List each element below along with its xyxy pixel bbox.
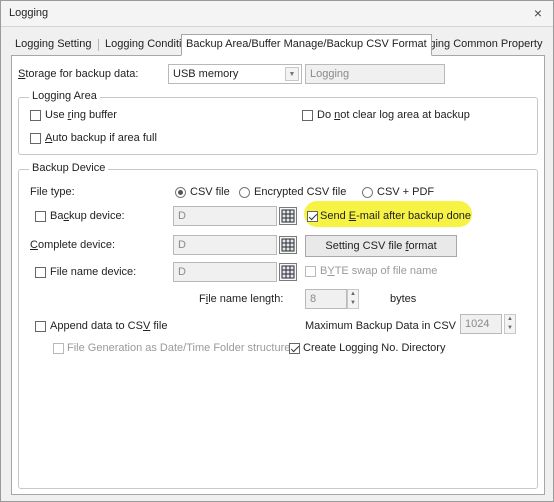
logging-area-title: Logging Area [29,90,100,102]
byte-swap-checkbox[interactable] [305,266,316,277]
backup-device-title: Backup Device [29,162,109,174]
backup-folder-input: Logging [305,64,445,84]
file-name-device-label: File name device: [50,266,137,278]
storage-selected-value: USB memory [173,68,239,80]
device-grid-icon[interactable] [279,207,297,225]
backup-device-checkbox[interactable] [35,211,46,222]
append-csv-checkbox[interactable] [35,321,46,332]
radio-csv-file-label: CSV file [190,186,230,198]
auto-backup-checkbox[interactable] [30,133,41,144]
do-not-clear-checkbox[interactable] [302,110,313,121]
radio-csv-pdf-label: CSV + PDF [377,186,435,198]
file-name-length-label: File name length: [199,293,284,305]
storage-select[interactable]: USB memory ▼ [168,64,302,84]
file-name-device-input: D [173,262,277,282]
storage-label: Storage for backup data: [18,68,139,80]
create-logging-dir-label: Create Logging No. Directory [303,342,446,354]
complete-device-label: Complete device: [30,239,115,251]
spin-down-icon[interactable]: ▼ [505,324,515,333]
send-email-label: Send E-mail after backup done [320,210,472,222]
tab-backup-area[interactable]: Backup Area/Buffer Manage/Backup CSV For… [181,34,432,56]
spin-down-icon[interactable]: ▼ [348,299,358,308]
byte-swap-label: BYTE swap of file name [320,265,438,277]
do-not-clear-label: Do not clear log area at backup [317,109,470,121]
radio-csv-pdf[interactable] [362,187,373,198]
chevron-down-icon[interactable]: ▼ [285,67,299,81]
title-bar: Logging × [1,1,553,27]
file-type-label: File type: [30,186,75,198]
file-generation-label: File Generation as Date/Time Folder stru… [67,342,291,354]
spin-up-icon[interactable]: ▲ [505,315,515,324]
tab-strip: Logging Setting Logging Condition Backup… [11,34,545,56]
tab-panel-backup-area: Storage for backup data: USB memory ▼ Lo… [11,55,545,495]
logging-area-group: Logging Area Use ring buffer Do not clea… [18,90,538,155]
send-email-checkbox[interactable] [307,211,318,222]
max-backup-label: Maximum Backup Data in CSV [305,320,456,332]
complete-device-input: D [173,235,277,255]
window-title: Logging [9,7,49,19]
radio-encrypted-csv-label: Encrypted CSV file [254,186,347,198]
file-generation-checkbox[interactable] [53,343,64,354]
append-csv-label: Append data to CSV file [50,320,168,332]
radio-encrypted-csv[interactable] [239,187,250,198]
max-backup-input[interactable]: 1024 [460,314,502,334]
file-name-length-spinner[interactable]: ▲ ▼ [347,289,359,309]
use-ring-buffer-checkbox[interactable] [30,110,41,121]
spin-up-icon[interactable]: ▲ [348,290,358,299]
file-name-device-checkbox[interactable] [35,267,46,278]
close-icon[interactable]: × [529,4,547,22]
radio-csv-file[interactable] [175,187,186,198]
tab-logging-setting[interactable]: Logging Setting [11,35,95,55]
backup-device-label: Backup device: [50,210,125,222]
logging-dialog: Logging × Logging Setting Logging Condit… [0,0,554,502]
auto-backup-label: Auto backup if area full [45,132,157,144]
max-backup-spinner[interactable]: ▲ ▼ [504,314,516,334]
use-ring-buffer-label: Use ring buffer [45,109,117,121]
device-grid-icon[interactable] [279,263,297,281]
file-name-length-input[interactable]: 8 [305,289,347,309]
backup-device-input: D [173,206,277,226]
device-grid-icon[interactable] [279,236,297,254]
create-logging-dir-checkbox[interactable] [289,343,300,354]
bytes-unit-label: bytes [390,293,417,305]
tab-separator [98,39,99,51]
setting-csv-format-button[interactable]: Setting CSV file format [305,235,457,257]
